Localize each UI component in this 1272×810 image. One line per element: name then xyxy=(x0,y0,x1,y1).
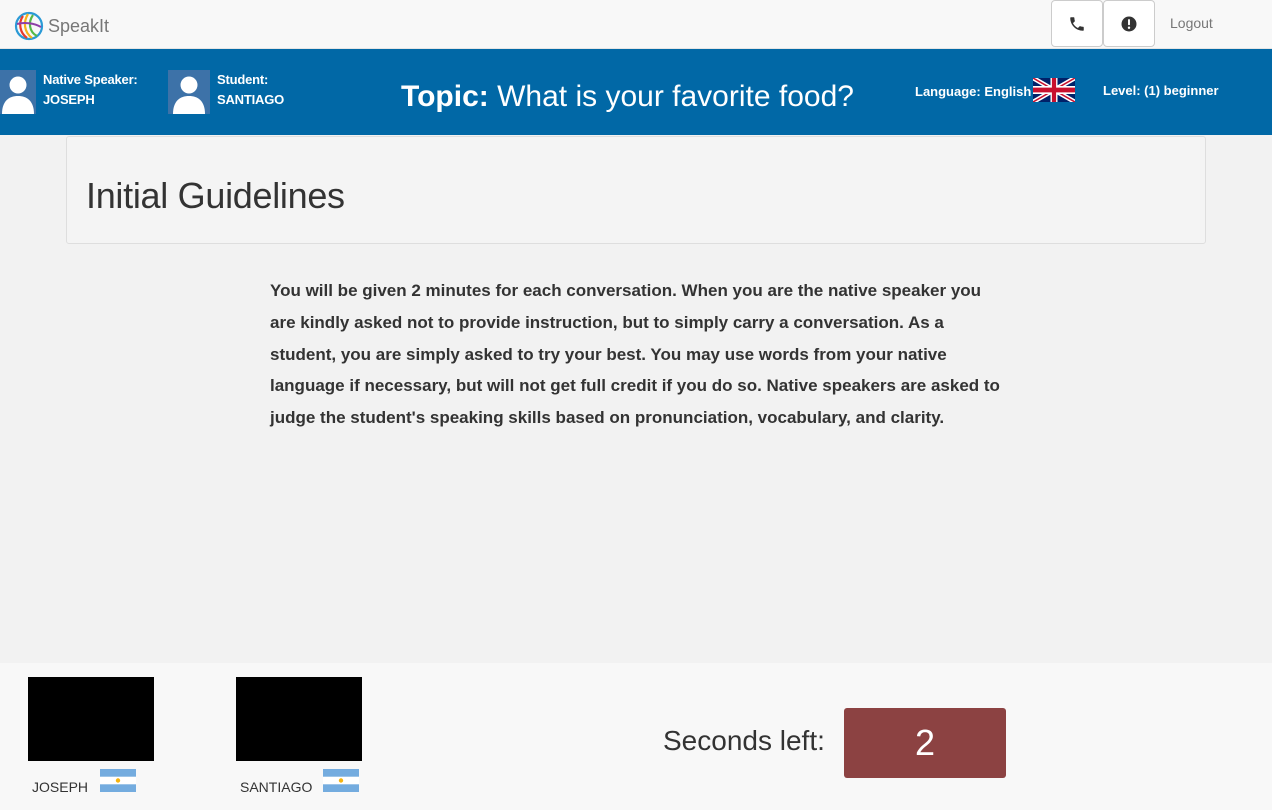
seconds-left-label: Seconds left: xyxy=(663,725,825,756)
topic-label: Topic: xyxy=(401,80,489,113)
avatar xyxy=(168,70,210,114)
student-text: Student: SANTIAGO xyxy=(217,70,284,110)
video-feed-joseph[interactable] xyxy=(28,677,154,761)
topic-title: Topic: What is your favorite food? xyxy=(401,77,854,117)
uk-flag-icon xyxy=(1033,78,1076,102)
page-title: Initial Guidelines xyxy=(86,175,345,216)
video-label-santiago: SANTIAGO xyxy=(240,779,313,795)
user-silhouette-icon xyxy=(173,76,205,114)
video-feed-santiago[interactable] xyxy=(236,677,362,761)
call-footer: JOSEPH SANTIAGO Seconds left: 2 xyxy=(0,663,1272,810)
native-speaker-role: Native Speaker: xyxy=(43,72,138,87)
argentina-flag-icon xyxy=(100,769,136,792)
native-speaker-name: JOSEPH xyxy=(43,92,95,107)
topic-text: What is your favorite food? xyxy=(497,80,854,113)
language-label: Language: English xyxy=(915,83,1032,99)
student-role: Student: xyxy=(217,72,269,87)
call-button[interactable] xyxy=(1051,0,1103,47)
brand[interactable]: SpeakIt xyxy=(14,11,109,41)
phone-icon xyxy=(1070,16,1084,31)
exclamation-circle-icon xyxy=(1121,16,1137,31)
guidelines-header-panel: Initial Guidelines xyxy=(66,136,1206,244)
level-label: Level: (1) beginner xyxy=(1103,83,1219,98)
brand-name: SpeakIt xyxy=(48,15,110,36)
countdown-timer: 2 xyxy=(844,708,1006,778)
session-banner: Native Speaker: JOSEPH Student: SANTIAGO… xyxy=(0,49,1272,135)
native-speaker-text: Native Speaker: JOSEPH xyxy=(43,70,138,110)
user-silhouette-icon xyxy=(2,76,34,114)
video-label-joseph: JOSEPH xyxy=(32,779,89,795)
student-name: SANTIAGO xyxy=(217,92,285,107)
report-button[interactable] xyxy=(1103,0,1155,47)
logout-link[interactable]: Logout xyxy=(1170,15,1213,31)
language-info: Language: English xyxy=(915,78,1076,102)
student-info: Student: SANTIAGO xyxy=(168,70,284,114)
speakit-logo-icon xyxy=(14,11,44,41)
avatar xyxy=(0,70,36,114)
guidelines-text: You will be given 2 minutes for each con… xyxy=(270,281,1000,428)
native-speaker-info: Native Speaker: JOSEPH xyxy=(0,70,138,114)
top-navbar: SpeakIt Logout xyxy=(0,0,1272,49)
argentina-flag-icon xyxy=(323,769,359,792)
